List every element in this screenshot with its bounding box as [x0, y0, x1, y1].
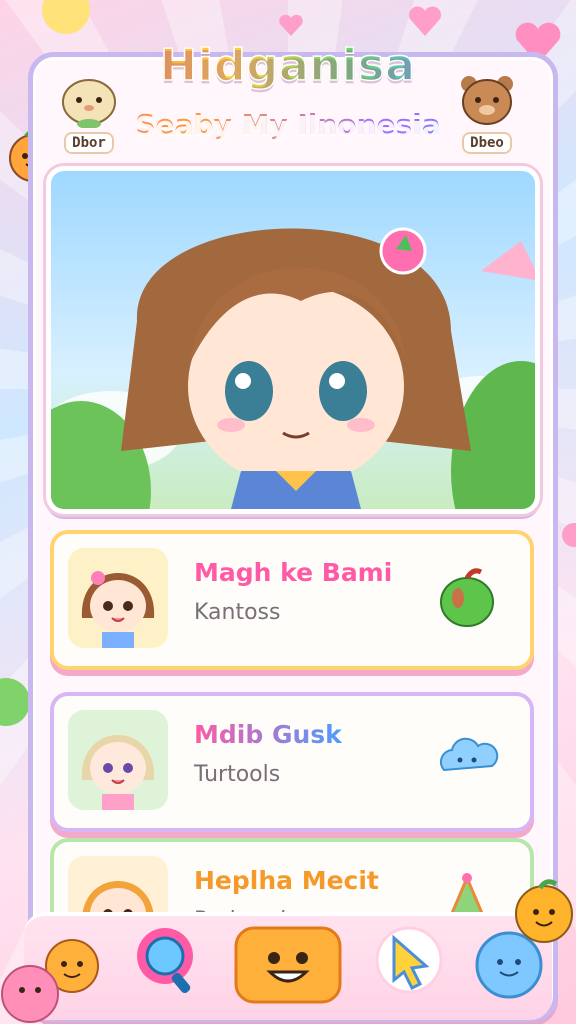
orange-character-decoration: [515, 879, 573, 943]
character-card[interactable]: Heplha Mecit Rodrued: [50, 838, 534, 922]
card-name: Mdib Gusk: [194, 720, 342, 749]
heart-decoration: [409, 6, 441, 37]
chibi-avatar-icon: [81, 735, 155, 810]
heart-decoration: [562, 523, 576, 547]
avatar: [68, 710, 168, 810]
card-name: Magh ke Bami: [194, 558, 393, 587]
search-icon[interactable]: [132, 922, 202, 998]
green-blob-decoration: [0, 678, 30, 726]
apple-icon[interactable]: [434, 564, 500, 630]
character-card[interactable]: Mdib Gusk Turtools: [50, 692, 534, 832]
game-title: Hidganisa: [0, 39, 576, 92]
cloud-icon[interactable]: [434, 726, 500, 792]
card-subtitle: Kantoss: [194, 600, 281, 625]
smile-icon[interactable]: [234, 926, 342, 1006]
game-subtitle: Seaby My Ilnonesia: [0, 108, 576, 141]
card-name: Heplha Mecit: [194, 866, 379, 895]
character-portrait[interactable]: [46, 166, 540, 514]
cursor-icon[interactable]: [374, 922, 444, 998]
chibi-girl-illustration: [51, 227, 535, 509]
pink-blob-decoration: [1, 965, 59, 1023]
heart-decoration: [279, 14, 303, 36]
avatar: [68, 548, 168, 648]
card-subtitle: Turtools: [194, 762, 281, 787]
balloon-decoration: [42, 0, 90, 34]
character-card[interactable]: Magh ke Bami Kantoss: [50, 530, 534, 670]
chibi-avatar-icon: [81, 571, 155, 648]
